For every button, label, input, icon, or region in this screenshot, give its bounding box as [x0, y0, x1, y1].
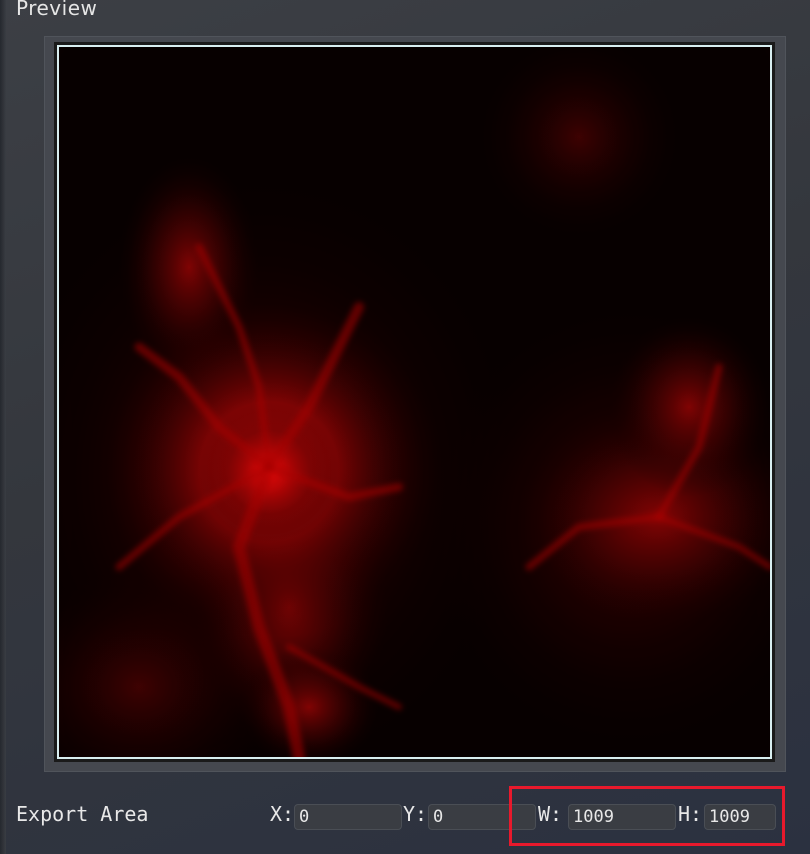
export-area-bar: Export Area X: 0 Y: 0 W: 1009 H: 1009	[0, 786, 810, 854]
panel-title: Preview	[16, 0, 98, 20]
heightmap-preview-image[interactable]	[54, 42, 775, 762]
w-label: W:	[538, 802, 563, 826]
h-label: H:	[678, 802, 703, 826]
export-area-label: Export Area	[16, 802, 149, 826]
y-label: Y:	[403, 802, 428, 826]
w-field[interactable]: 1009	[568, 804, 676, 830]
preview-panel: Preview Export Area X: 0 Y: 0 W: 1009 H:…	[0, 0, 810, 854]
panel-edge	[0, 0, 6, 854]
heightmap-preview-icon	[59, 47, 770, 757]
x-label: X:	[270, 802, 295, 826]
x-field[interactable]: 0	[294, 804, 402, 830]
y-field[interactable]: 0	[428, 804, 536, 830]
h-field[interactable]: 1009	[704, 804, 776, 830]
